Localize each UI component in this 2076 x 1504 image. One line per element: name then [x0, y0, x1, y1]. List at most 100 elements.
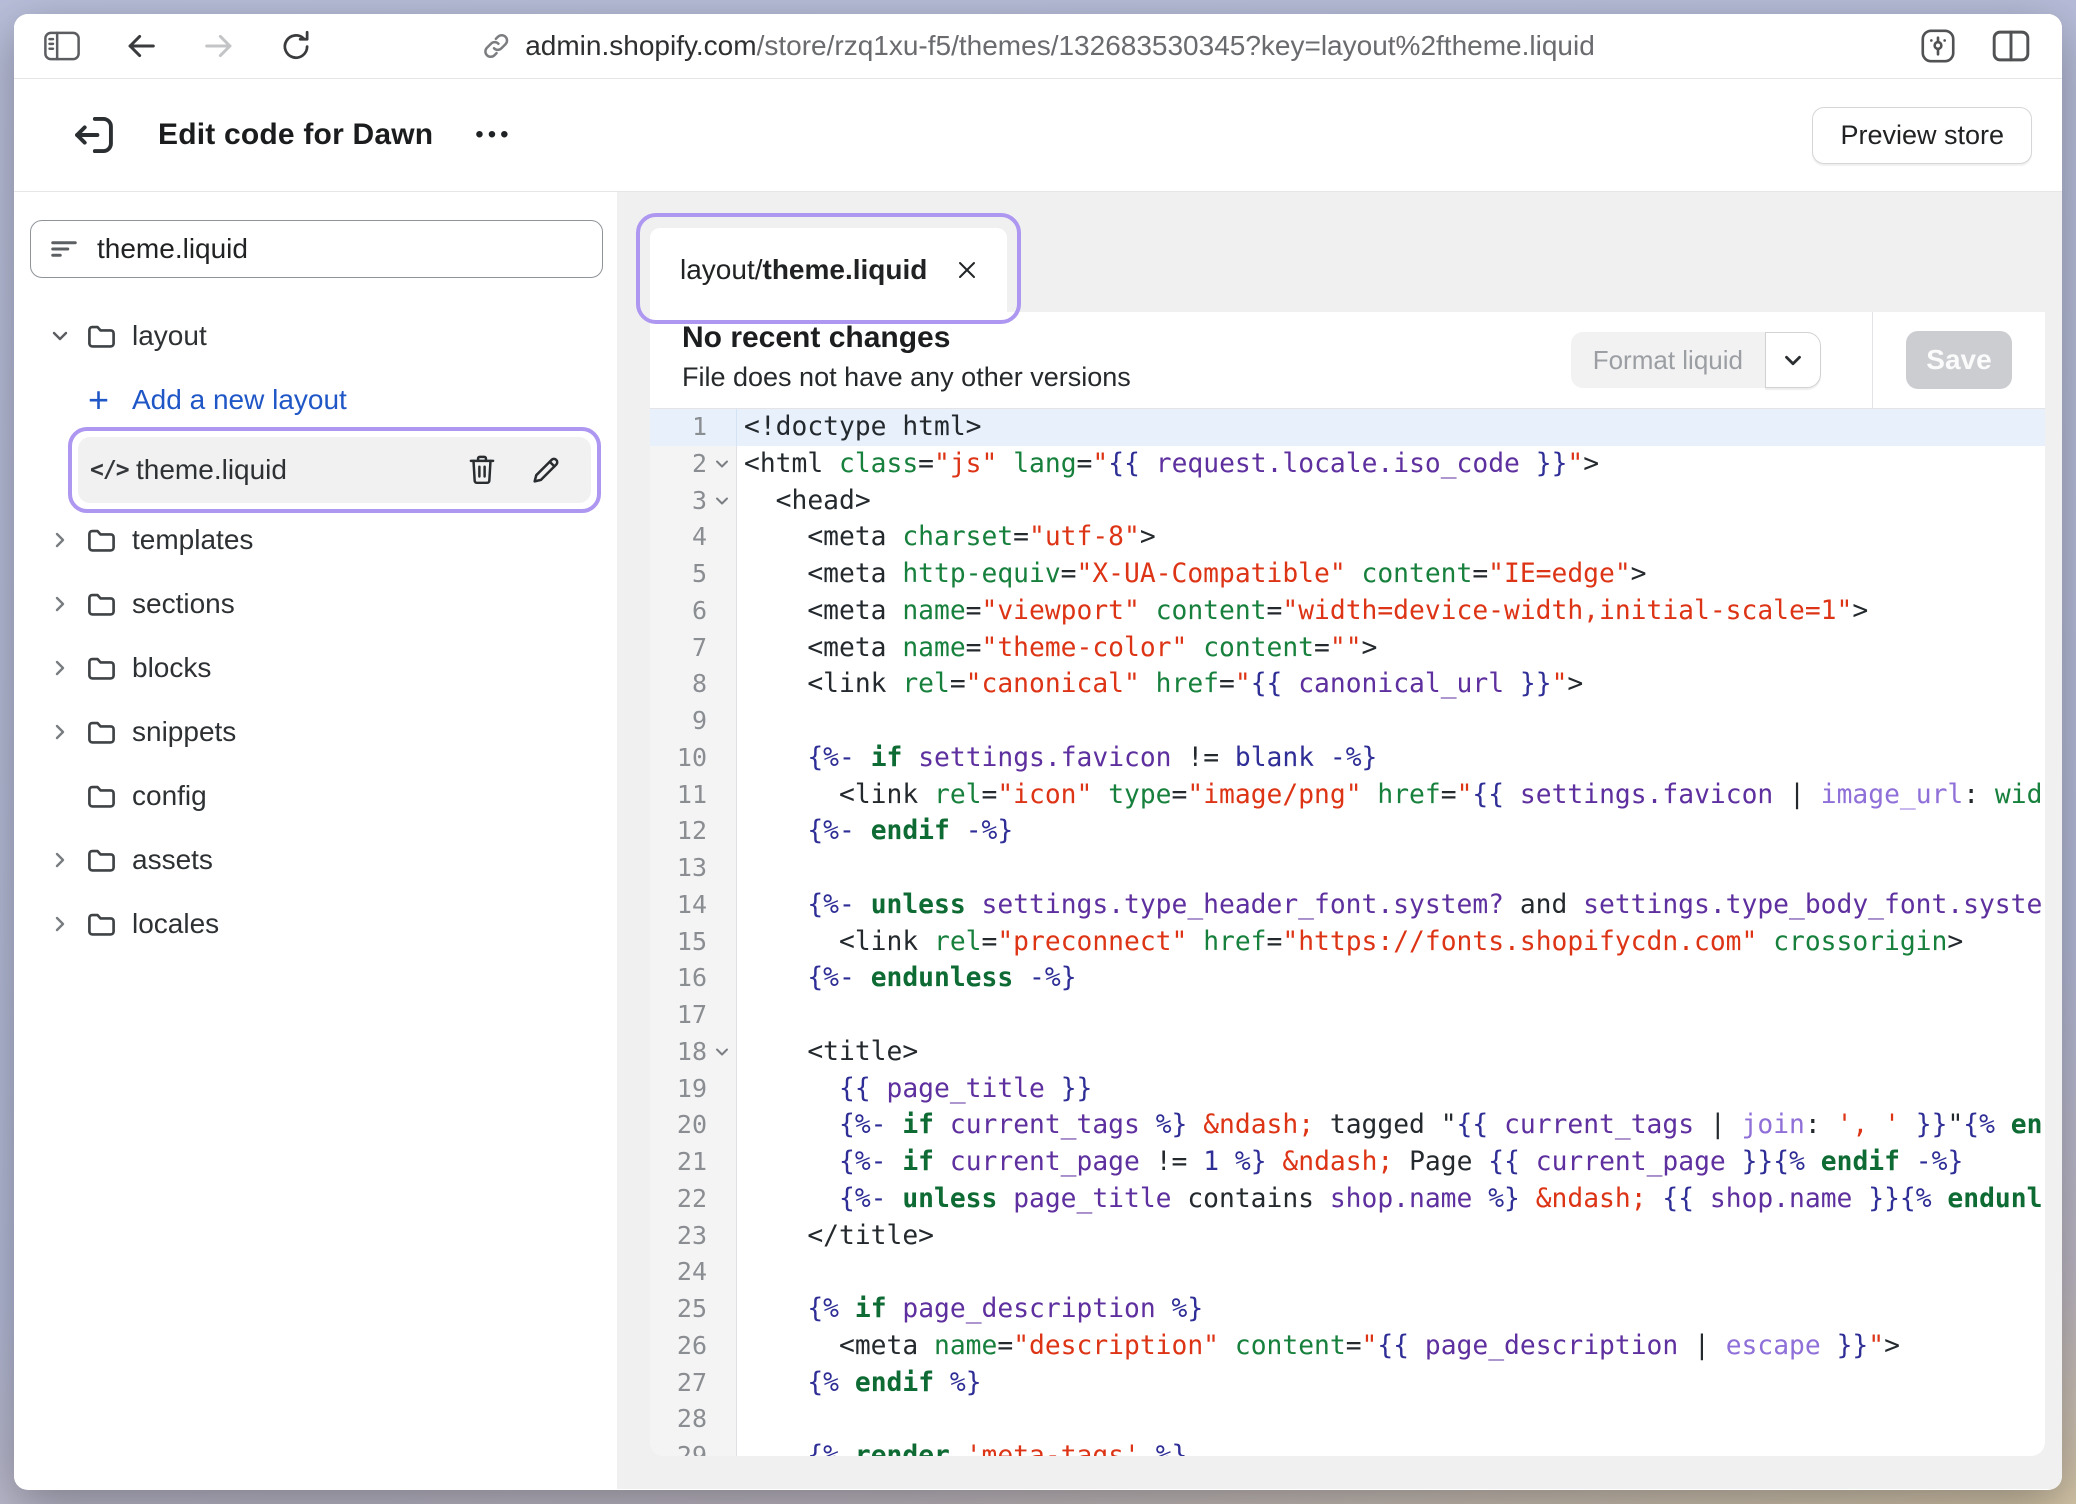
pencil-icon[interactable]: [529, 454, 563, 486]
url-bar[interactable]: admin.shopify.com/store/rzq1xu-f5/themes…: [481, 30, 1595, 62]
code-line[interactable]: 16 {%- endunless -%}: [650, 960, 2045, 997]
line-number[interactable]: 20: [650, 1107, 737, 1144]
code-line[interactable]: 1<!doctype html>: [650, 409, 2045, 446]
line-number[interactable]: 19: [650, 1071, 737, 1108]
code-line[interactable]: 8 <link rel="canonical" href="{{ canonic…: [650, 666, 2045, 703]
line-number[interactable]: 14: [650, 887, 737, 924]
fold-chevron-icon[interactable]: [712, 453, 734, 475]
line-number[interactable]: 11: [650, 777, 737, 814]
line-number[interactable]: 4: [650, 519, 737, 556]
sidebar-item-layout[interactable]: layout: [30, 304, 605, 368]
line-number[interactable]: 2: [650, 446, 737, 483]
tree-item-label: sections: [132, 588, 235, 620]
sidebar-item-assets[interactable]: assets: [30, 828, 605, 892]
line-number[interactable]: 15: [650, 924, 737, 961]
forward-arrow-icon[interactable]: [202, 31, 236, 61]
line-number[interactable]: 12: [650, 813, 737, 850]
code-line[interactable]: 2<html class="js" lang="{{ request.local…: [650, 446, 2045, 483]
sidebar-item-locales[interactable]: locales: [30, 892, 605, 956]
code-line[interactable]: 26 <meta name="description" content="{{ …: [650, 1328, 2045, 1365]
line-number[interactable]: 6: [650, 593, 737, 630]
sidebar-item-config[interactable]: config: [30, 764, 605, 828]
code-line[interactable]: 12 {%- endif -%}: [650, 813, 2045, 850]
close-icon[interactable]: [953, 256, 981, 284]
code-line[interactable]: 19 {{ page_title }}: [650, 1071, 2045, 1108]
sidebar-item-theme-liquid[interactable]: </>theme.liquid: [78, 437, 591, 503]
code-line[interactable]: 22 {%- unless page_title contains shop.n…: [650, 1181, 2045, 1218]
code-line[interactable]: 27 {% endif %}: [650, 1365, 2045, 1402]
line-number[interactable]: 9: [650, 703, 737, 740]
line-number[interactable]: 7: [650, 630, 737, 667]
sidebar-toggle-icon[interactable]: [44, 30, 80, 62]
code-line[interactable]: 14 {%- unless settings.type_header_font.…: [650, 887, 2045, 924]
code-line[interactable]: 13: [650, 850, 2045, 887]
line-number[interactable]: 25: [650, 1291, 737, 1328]
preview-store-button[interactable]: Preview store: [1812, 107, 2032, 164]
line-number[interactable]: 10: [650, 740, 737, 777]
line-number[interactable]: 29: [650, 1438, 737, 1456]
exit-icon[interactable]: [72, 114, 116, 156]
line-number[interactable]: 23: [650, 1218, 737, 1255]
line-number[interactable]: 26: [650, 1328, 737, 1365]
line-number[interactable]: 17: [650, 997, 737, 1034]
line-number[interactable]: 3: [650, 483, 737, 520]
line-number[interactable]: 21: [650, 1144, 737, 1181]
page-settings-icon[interactable]: [1920, 28, 1956, 64]
line-number[interactable]: 5: [650, 556, 737, 593]
chevron-right-icon[interactable]: [48, 592, 86, 616]
chevron-down-icon[interactable]: [48, 324, 86, 348]
code-line[interactable]: 10 {%- if settings.favicon != blank -%}: [650, 740, 2045, 777]
code-line[interactable]: 21 {%- if current_page != 1 %} &ndash; P…: [650, 1144, 2045, 1181]
reload-icon[interactable]: [280, 29, 312, 63]
sidebar-item-snippets[interactable]: snippets: [30, 700, 605, 764]
line-number[interactable]: 22: [650, 1181, 737, 1218]
chevron-right-icon[interactable]: [48, 848, 86, 872]
line-number[interactable]: 18: [650, 1034, 737, 1071]
code-line[interactable]: 20 {%- if current_tags %} &ndash; tagged…: [650, 1107, 2045, 1144]
file-search[interactable]: [30, 220, 603, 278]
code-line[interactable]: 24: [650, 1254, 2045, 1291]
chevron-right-icon[interactable]: [48, 528, 86, 552]
sidebar-item-blocks[interactable]: blocks: [30, 636, 605, 700]
back-arrow-icon[interactable]: [124, 31, 158, 61]
code-line[interactable]: 23 </title>: [650, 1218, 2045, 1255]
tab-theme-liquid[interactable]: layout/theme.liquid: [650, 228, 1007, 312]
save-button[interactable]: Save: [1906, 331, 2012, 389]
code-line[interactable]: 9: [650, 703, 2045, 740]
search-input[interactable]: [97, 233, 537, 265]
code-line[interactable]: 15 <link rel="preconnect" href="https://…: [650, 924, 2045, 961]
chevron-right-icon[interactable]: [48, 656, 86, 680]
code-line[interactable]: 4 <meta charset="utf-8">: [650, 519, 2045, 556]
code-line[interactable]: 28: [650, 1401, 2045, 1438]
line-number[interactable]: 24: [650, 1254, 737, 1291]
code-line[interactable]: 3 <head>: [650, 483, 2045, 520]
line-number[interactable]: 16: [650, 960, 737, 997]
add-layout-action[interactable]: +Add a new layout: [30, 368, 605, 432]
line-number[interactable]: 28: [650, 1401, 737, 1438]
code-line[interactable]: 11 <link rel="icon" type="image/png" hre…: [650, 777, 2045, 814]
code-line[interactable]: 18 <title>: [650, 1034, 2045, 1071]
line-number[interactable]: 1: [650, 409, 737, 446]
format-liquid-button[interactable]: Format liquid: [1571, 332, 1765, 388]
trash-icon[interactable]: [465, 453, 499, 487]
sidebar-item-sections[interactable]: sections: [30, 572, 605, 636]
chevron-right-icon[interactable]: [48, 720, 86, 744]
sidebar-item-templates[interactable]: templates: [30, 508, 605, 572]
more-options-button[interactable]: •••: [475, 121, 512, 149]
code-line-content: <head>: [737, 483, 2045, 520]
line-number[interactable]: 13: [650, 850, 737, 887]
code-line[interactable]: 5 <meta http-equiv="X-UA-Compatible" con…: [650, 556, 2045, 593]
code-editor[interactable]: 1<!doctype html>2<html class="js" lang="…: [650, 409, 2045, 1456]
fold-chevron-icon[interactable]: [712, 1041, 734, 1063]
fold-chevron-icon[interactable]: [712, 490, 734, 512]
code-line[interactable]: 25 {% if page_description %}: [650, 1291, 2045, 1328]
code-line[interactable]: 29 {% render 'meta-tags' %}: [650, 1438, 2045, 1456]
line-number[interactable]: 27: [650, 1365, 737, 1402]
code-line[interactable]: 6 <meta name="viewport" content="width=d…: [650, 593, 2045, 630]
code-line[interactable]: 7 <meta name="theme-color" content="">: [650, 630, 2045, 667]
code-line[interactable]: 17: [650, 997, 2045, 1034]
format-dropdown-button[interactable]: [1765, 332, 1821, 388]
split-view-icon[interactable]: [1992, 29, 2030, 63]
chevron-right-icon[interactable]: [48, 912, 86, 936]
line-number[interactable]: 8: [650, 666, 737, 703]
